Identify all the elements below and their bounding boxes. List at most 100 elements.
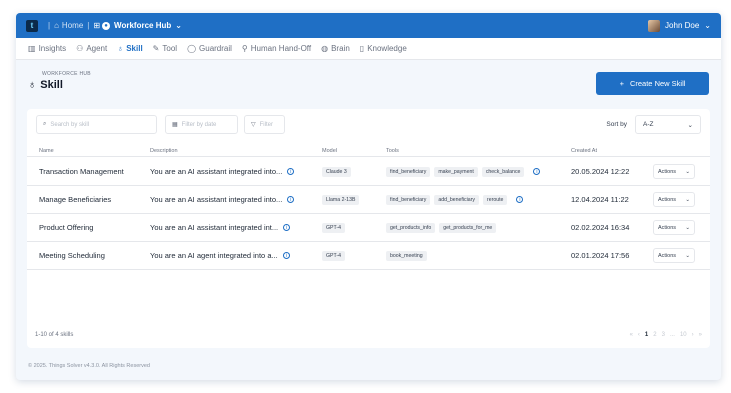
date-filter-input[interactable]: ▦ Filter by date	[165, 115, 238, 134]
page-current[interactable]: 1	[645, 332, 648, 338]
page-3[interactable]: 3	[662, 332, 665, 338]
tool-pill: find_beneficiary	[386, 194, 431, 205]
row-tools: book_meeting	[386, 242, 431, 269]
tab-agent[interactable]: ⚇ Agent	[76, 44, 107, 53]
row-name: Manage Beneficiaries	[39, 195, 112, 204]
copyright: © 2025. Things Solver v4.3.0. All Rights…	[28, 363, 150, 369]
page-ellipsis: ...	[669, 332, 675, 338]
person-icon: ⚲	[241, 44, 248, 53]
row-description: You are an AI assistant integrated into.…	[150, 158, 295, 185]
tool-icon: ✎	[152, 44, 160, 53]
page-header: WORKFORCE HUB ♁ Skill	[28, 71, 91, 91]
col-created-at: Created At	[571, 148, 597, 154]
pagination-summary: 1-10 of 4 skills	[35, 332, 74, 338]
row-tools: find_beneficiary make_payment check_balanc…	[386, 158, 541, 185]
prev-page-icon[interactable]: ‹	[638, 332, 640, 338]
pagination: « ‹ 1 2 3 ... 10 › »	[630, 332, 702, 338]
chevron-down-icon: ⌄	[685, 224, 690, 231]
filter-icon: ▽	[251, 122, 256, 128]
info-icon[interactable]: i	[287, 168, 295, 175]
row-created-at: 02.01.2024 17:56	[571, 251, 630, 260]
home-icon: ⌂	[54, 21, 59, 30]
plus-icon: +	[619, 79, 624, 88]
first-page-icon[interactable]: «	[630, 332, 633, 338]
apps-grid-icon[interactable]: ⊞	[93, 21, 100, 30]
search-input[interactable]: ⌕ Search by skill	[36, 115, 157, 134]
nav-tabs: ▥ Insights ⚇ Agent ♁ Skill ✎ Tool ◯ Guardrail…	[16, 38, 721, 60]
avatar	[648, 19, 661, 32]
tab-guardrail[interactable]: ◯ Guardrail	[187, 44, 232, 53]
info-icon[interactable]: i	[283, 224, 291, 231]
tab-knowledge[interactable]: ▯ Knowledge	[360, 44, 407, 53]
book-icon: ▯	[359, 44, 365, 53]
filter-button[interactable]: ▽ Filter	[244, 115, 285, 134]
info-icon[interactable]: i	[533, 168, 541, 175]
actions-dropdown[interactable]: Actions ⌄	[653, 164, 695, 179]
row-model: GPT-4	[322, 242, 349, 269]
sort-select[interactable]: A-Z ⌄	[635, 115, 701, 134]
col-model: Model	[322, 148, 337, 154]
table-header: Name Description Model Tools Created At	[27, 146, 710, 157]
row-actions: Actions ⌄	[653, 242, 695, 269]
tab-tool[interactable]: ✎ Tool	[153, 44, 177, 53]
next-page-icon[interactable]: ›	[692, 332, 694, 338]
tool-pill: find_beneficiary	[386, 166, 431, 177]
table-row[interactable]: Meeting Scheduling You are an AI agent i…	[27, 242, 710, 270]
create-new-skill-button[interactable]: + Create New Skill	[596, 72, 709, 95]
sort-control: Sort by A-Z ⌄	[606, 115, 701, 134]
row-model: Claude 3	[322, 158, 355, 185]
table-row[interactable]: Transaction Management You are an AI ass…	[27, 158, 710, 186]
row-actions: Actions ⌄	[653, 186, 695, 213]
skill-icon: ♁	[117, 44, 124, 53]
actions-dropdown[interactable]: Actions ⌄	[653, 248, 695, 263]
row-description: You are an AI assistant integrated into.…	[150, 186, 295, 213]
table-row[interactable]: Manage Beneficiaries You are an AI assis…	[27, 186, 710, 214]
agent-icon: ⚇	[76, 44, 84, 53]
breadcrumb: WORKFORCE HUB	[42, 71, 91, 77]
actions-dropdown[interactable]: Actions ⌄	[653, 220, 695, 235]
chart-icon: ▥	[28, 44, 36, 53]
table-footer: 1-10 of 4 skills « ‹ 1 2 3 ... 10 › »	[35, 330, 702, 340]
tab-skill[interactable]: ♁ Skill	[117, 44, 142, 53]
info-icon[interactable]: i	[287, 196, 295, 203]
tool-pill: reroute	[482, 194, 508, 205]
workforce-hub-dropdown[interactable]: ● Workforce Hub ⌄	[102, 21, 182, 30]
chevron-down-icon: ⌄	[704, 21, 711, 30]
row-actions: Actions ⌄	[653, 158, 695, 185]
user-menu[interactable]: John Doe ⌄	[648, 19, 711, 32]
home-label: Home	[61, 21, 84, 30]
page-last[interactable]: 10	[680, 332, 687, 338]
shield-icon: ◯	[187, 44, 197, 53]
tab-human-hand-off[interactable]: ⚲ Human Hand-Off	[242, 44, 311, 53]
tab-brain[interactable]: ◍ Brain	[321, 44, 350, 53]
tab-insights[interactable]: ▥ Insights	[28, 44, 66, 53]
hub-label: Workforce Hub	[114, 21, 172, 30]
table-row[interactable]: Product Offering You are an AI assistant…	[27, 214, 710, 242]
row-model: Llama 2-13B	[322, 186, 363, 213]
info-icon[interactable]: i	[282, 252, 290, 259]
row-name: Product Offering	[39, 223, 94, 232]
tool-pill: add_beneficiary	[434, 194, 479, 205]
chevron-down-icon: ⌄	[685, 196, 690, 203]
row-tools: find_beneficiary add_beneficiary reroute i	[386, 186, 524, 213]
page-2[interactable]: 2	[653, 332, 656, 338]
page-title: ♁ Skill	[28, 79, 63, 91]
row-name: Meeting Scheduling	[39, 251, 105, 260]
row-description: You are an AI assistant integrated int..…	[150, 214, 291, 241]
logo[interactable]: t	[26, 19, 38, 32]
row-name: Transaction Management	[39, 167, 124, 176]
hub-icon: ●	[102, 21, 111, 30]
sort-label: Sort by	[606, 121, 627, 128]
col-name: Name	[39, 148, 54, 154]
actions-dropdown[interactable]: Actions ⌄	[653, 192, 695, 207]
skill-icon: ♁	[28, 79, 37, 91]
row-created-at: 12.04.2024 11:22	[571, 195, 629, 204]
user-name: John Doe	[665, 21, 700, 30]
last-page-icon[interactable]: »	[699, 332, 702, 338]
top-bar: t | ⌂ Home | ⊞ ● Workforce Hub ⌄ John Do…	[16, 13, 721, 38]
home-link[interactable]: ⌂ Home	[54, 21, 83, 30]
chevron-down-icon: ⌄	[685, 252, 690, 259]
info-icon[interactable]: i	[516, 196, 524, 203]
chevron-down-icon: ⌄	[685, 168, 690, 175]
row-tools: get_products_info get_products_for_me	[386, 214, 500, 241]
